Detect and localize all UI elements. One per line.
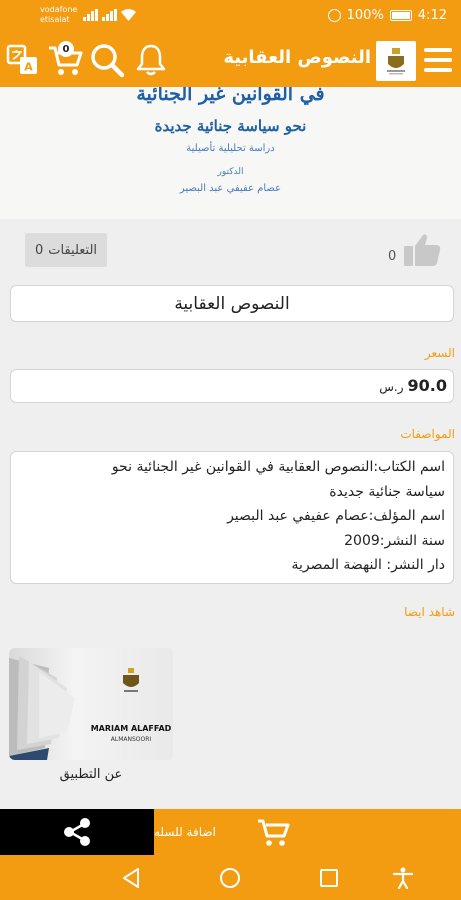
price-currency: ر.س xyxy=(379,380,404,394)
related-item-card[interactable]: MARIAM ALAFFAD ALMANSOORI xyxy=(9,648,173,760)
brand-name: MARIAM ALAFFAD xyxy=(90,724,172,733)
search-button[interactable] xyxy=(88,41,126,79)
signal-icons xyxy=(83,9,136,21)
spec-line: اسم الكتاب:النصوص العقابية في القوانين غ… xyxy=(111,459,445,475)
comments-button[interactable]: التعليقات 0 xyxy=(25,233,107,267)
spec-line: سياسة جنائية جديدة xyxy=(329,483,445,500)
battery-icon xyxy=(389,10,412,21)
related-item-caption: عن التطبيق xyxy=(59,767,123,782)
spec-line: اسم المؤلف:عصام عفيفي عبد البصير xyxy=(227,508,445,524)
recents-nav-icon[interactable] xyxy=(318,867,340,889)
carrier-info: vodafone etisalat xyxy=(40,5,77,25)
signal-icon xyxy=(102,9,117,21)
spec-line: سنة النشر:2009 xyxy=(344,532,445,549)
see-also-label: شاهد ايضا xyxy=(404,605,455,619)
wifi-icon xyxy=(121,9,136,21)
cart-button[interactable]: 0 xyxy=(46,41,84,79)
like-button[interactable]: 0 xyxy=(388,232,442,268)
brand-emblem-icon xyxy=(123,668,139,692)
cover-title-line: في القوانين غير الجنائية xyxy=(136,87,325,105)
status-bar: vodafone etisalat 100% 4:12 xyxy=(0,0,461,33)
back-nav-icon[interactable] xyxy=(120,867,142,889)
add-to-cart-label: اضافة للسله xyxy=(154,825,216,839)
home-nav-icon[interactable] xyxy=(219,867,241,889)
share-icon xyxy=(64,818,90,846)
add-to-cart-button[interactable]: اضافة للسله xyxy=(154,809,461,855)
book-cover-image: في القوانين غير الجنائية نحو سياسة جنائي… xyxy=(0,87,461,219)
menu-button[interactable] xyxy=(424,48,452,72)
price-amount: 90.0 xyxy=(407,376,447,395)
likes-count: 0 xyxy=(388,248,397,264)
page-title: النصوص العقابية xyxy=(223,47,371,68)
carrier-name-2: etisalat xyxy=(40,15,70,24)
cover-study-line: دراسة تحليلية تأصيلية xyxy=(186,143,275,154)
svg-text:A: A xyxy=(24,61,33,74)
carrier-name-1: vodafone xyxy=(40,5,78,14)
menu-icon xyxy=(424,48,452,52)
status-right: 100% 4:12 xyxy=(327,8,447,23)
app-bar: A 0 النصوص العقابية xyxy=(0,33,461,87)
signal-icon xyxy=(83,9,98,21)
comments-count: 0 xyxy=(34,242,44,258)
thumbs-up-icon xyxy=(404,234,441,266)
alarm-icon xyxy=(327,9,341,22)
system-nav-bar xyxy=(0,855,461,900)
product-name-field: النصوص العقابية xyxy=(10,285,454,322)
product-name: النصوص العقابية xyxy=(174,293,290,314)
share-button[interactable] xyxy=(0,809,154,855)
price-label: السعر xyxy=(424,346,455,360)
clock: 4:12 xyxy=(417,8,447,23)
specs-field: اسم الكتاب:النصوص العقابية في القوانين غ… xyxy=(10,451,454,584)
cover-subtitle-line: نحو سياسة جنائية جديدة xyxy=(154,117,307,135)
brand-subname: ALMANSOORI xyxy=(110,736,152,743)
cover-author-line: عصام عفيفي عبد البصير xyxy=(179,183,282,194)
cover-doctor-line: الدكتور xyxy=(217,167,244,177)
comments-label: التعليقات xyxy=(48,242,98,258)
translate-button[interactable]: A xyxy=(4,41,42,79)
logo-emblem-icon xyxy=(387,48,405,75)
spec-line: دار النشر: النهضة المصرية xyxy=(291,557,445,573)
cart-count-badge: 0 xyxy=(58,41,74,57)
notifications-button[interactable] xyxy=(132,41,170,79)
app-logo xyxy=(376,41,416,81)
bell-icon xyxy=(136,44,166,76)
price-field: 90.0ر.س xyxy=(10,369,454,403)
books-image-icon xyxy=(9,656,75,760)
search-icon xyxy=(91,44,125,78)
add-cart-icon xyxy=(257,819,290,846)
battery-percent: 100% xyxy=(346,8,384,23)
translate-icon: A xyxy=(6,44,37,74)
accessibility-icon[interactable] xyxy=(392,867,414,889)
price-value: 90.0ر.س xyxy=(379,376,447,395)
specs-label: المواصفات xyxy=(400,427,455,441)
